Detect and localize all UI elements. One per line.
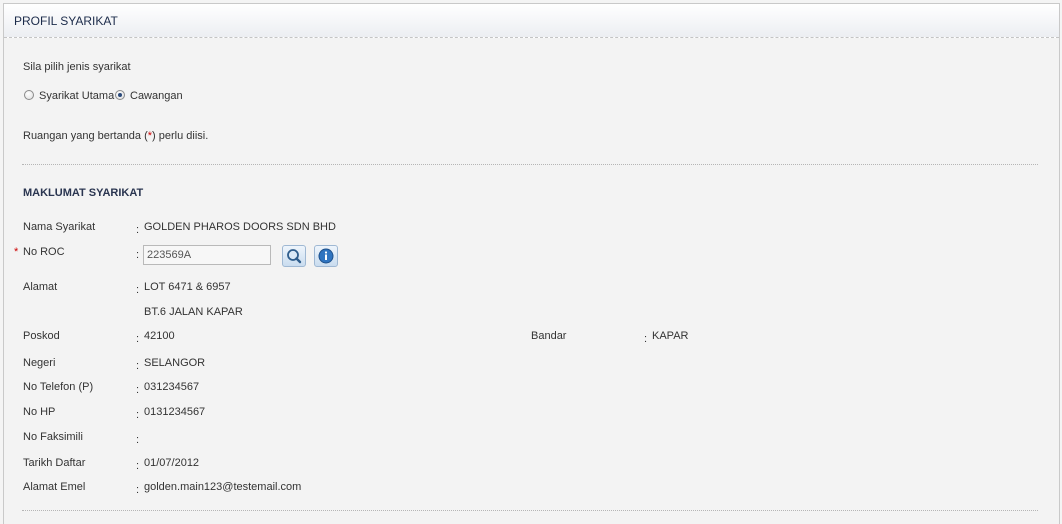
label-tarikh-daftar: Tarikh Daftar — [23, 457, 86, 469]
radio-cawangan[interactable] — [115, 90, 125, 100]
info-button[interactable] — [314, 245, 338, 267]
colon: : — [136, 409, 140, 421]
divider — [22, 164, 1038, 165]
colon: : — [136, 249, 140, 261]
page-title: PROFIL SYARIKAT — [14, 14, 118, 28]
radio-syarikat-utama[interactable] — [24, 90, 34, 100]
colon: : — [136, 460, 140, 472]
value-tarikh-daftar: 01/07/2012 — [144, 457, 200, 469]
colon: : — [136, 384, 140, 396]
search-button[interactable] — [282, 245, 306, 267]
label-no-roc: No ROC — [23, 246, 65, 258]
no-roc-input[interactable] — [143, 245, 271, 265]
value-no-telefon: 031234567 — [144, 381, 200, 393]
label-no-hp: No HP — [23, 406, 56, 418]
value-poskod: 42100 — [144, 330, 175, 342]
value-bandar: KAPAR — [652, 330, 689, 342]
value-negeri: SELANGOR — [144, 357, 206, 369]
required-note: Ruangan yang bertanda (*) perlu diisi. — [23, 130, 208, 142]
label-poskod: Poskod — [23, 330, 60, 342]
required-note-suffix: ) perlu diisi. — [152, 130, 209, 142]
required-mark: * — [14, 246, 19, 258]
colon: : — [136, 284, 140, 296]
label-bandar: Bandar — [531, 330, 567, 342]
company-type-prompt: Sila pilih jenis syarikat — [23, 61, 131, 73]
value-alamat-emel: golden.main123@testemail.com — [144, 481, 302, 493]
label-no-telefon: No Telefon (P) — [23, 381, 94, 393]
value-no-hp: 0131234567 — [144, 406, 206, 418]
radio-label-cawangan[interactable]: Cawangan — [130, 90, 183, 102]
search-icon — [287, 249, 302, 264]
section-title: MAKLUMAT SYARIKAT — [23, 187, 144, 199]
label-no-faksimili: No Faksimili — [23, 431, 83, 443]
colon: : — [136, 360, 140, 372]
colon: : — [136, 224, 140, 236]
value-alamat-line1: LOT 6471 & 6957 — [144, 281, 231, 293]
label-negeri: Negeri — [23, 357, 56, 369]
value-nama-syarikat: GOLDEN PHAROS DOORS SDN BHD — [144, 221, 336, 233]
value-alamat-line2: BT.6 JALAN KAPAR — [144, 306, 243, 318]
colon: : — [644, 333, 648, 345]
label-alamat-emel: Alamat Emel — [23, 481, 86, 493]
required-note-prefix: Ruangan yang bertanda ( — [23, 130, 148, 142]
panel-header: PROFIL SYARIKAT — [4, 4, 1059, 38]
colon: : — [136, 434, 140, 446]
radio-label-syarikat-utama[interactable]: Syarikat Utama — [39, 90, 114, 102]
info-icon — [318, 248, 334, 264]
colon: : — [136, 484, 140, 496]
divider — [22, 510, 1038, 511]
label-alamat: Alamat — [23, 281, 58, 293]
colon: : — [136, 333, 140, 345]
label-nama-syarikat: Nama Syarikat — [23, 221, 96, 233]
